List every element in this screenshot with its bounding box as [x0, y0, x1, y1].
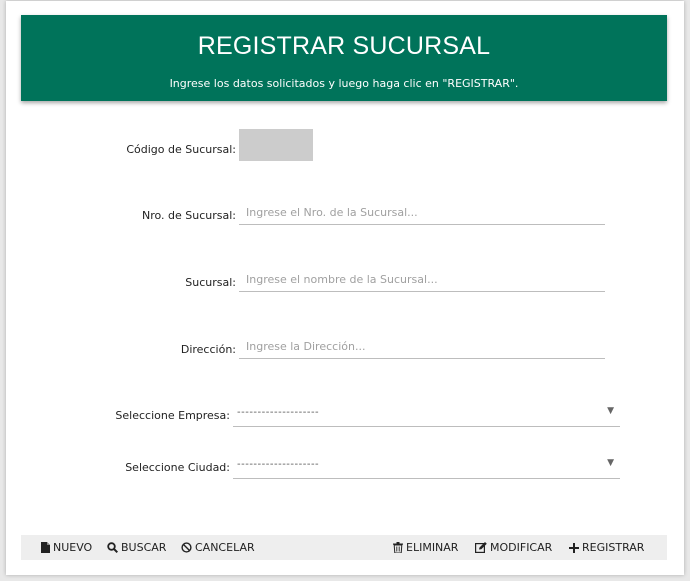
direccion-label: Dirección: [180, 343, 236, 356]
sucursal-label: Sucursal: [185, 276, 236, 289]
empresa-selected-value: -------------------- [237, 407, 320, 418]
nuevo-button[interactable]: NUEVO [41, 541, 92, 554]
file-icon [41, 542, 50, 553]
search-icon [107, 542, 118, 553]
nro-input[interactable] [239, 201, 605, 225]
page-subtitle: Ingrese los datos solicitados y luego ha… [169, 77, 519, 90]
modificar-button[interactable]: MODIFICAR [475, 541, 552, 554]
ciudad-selected-value: -------------------- [237, 459, 320, 470]
buscar-label: BUSCAR [121, 541, 167, 554]
form-card: REGISTRAR SUCURSAL Ingrese los datos sol… [6, 1, 684, 575]
action-toolbar: NUEVO BUSCAR CANCELAR ELIMINAR MODIFICAR [21, 535, 667, 560]
empresa-select[interactable]: -------------------- ▼ [233, 403, 620, 427]
registrar-button[interactable]: REGISTRAR [569, 541, 644, 554]
edit-icon [475, 542, 487, 553]
empresa-label: Seleccione Empresa: [115, 409, 230, 422]
ciudad-label: Seleccione Ciudad: [125, 461, 230, 474]
ciudad-select[interactable]: -------------------- ▼ [233, 455, 620, 479]
trash-icon [393, 542, 403, 553]
direccion-input[interactable] [239, 335, 605, 359]
chevron-down-icon: ▼ [607, 458, 614, 468]
page-title: REGISTRAR SUCURSAL [197, 32, 491, 60]
modificar-label: MODIFICAR [490, 541, 553, 554]
nuevo-label: NUEVO [53, 541, 93, 554]
ban-icon [181, 542, 192, 553]
page-header: REGISTRAR SUCURSAL Ingrese los datos sol… [21, 15, 667, 101]
chevron-down-icon: ▼ [607, 406, 614, 416]
plus-icon [569, 542, 579, 553]
codigo-field [239, 129, 313, 161]
cancelar-button[interactable]: CANCELAR [181, 541, 255, 554]
eliminar-button[interactable]: ELIMINAR [393, 541, 458, 554]
registrar-label: REGISTRAR [582, 541, 645, 554]
eliminar-label: ELIMINAR [406, 541, 459, 554]
sucursal-input[interactable] [239, 268, 605, 292]
cancelar-label: CANCELAR [195, 541, 255, 554]
nro-label: Nro. de Sucursal: [141, 209, 236, 222]
codigo-label: Código de Sucursal: [126, 143, 236, 156]
buscar-button[interactable]: BUSCAR [107, 541, 166, 554]
